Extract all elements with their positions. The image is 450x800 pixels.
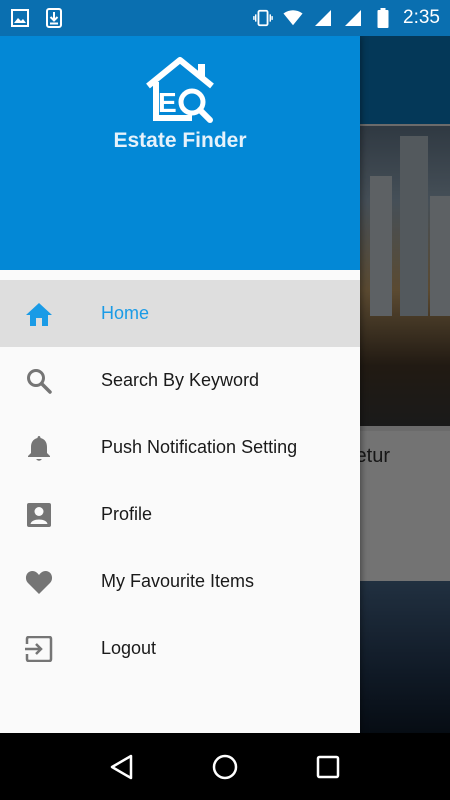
recents-icon[interactable] xyxy=(308,747,348,787)
menu-item-label: Home xyxy=(101,303,150,323)
menu-item-label: My Favourite Items xyxy=(101,571,255,591)
house-search-logo: E xyxy=(144,54,216,126)
app-name: Estate Finder xyxy=(113,129,247,152)
status-time: 2:35 xyxy=(403,7,440,28)
home-circle-icon[interactable] xyxy=(205,747,245,787)
system-navigation-bar xyxy=(0,733,450,800)
menu-item-search-by-keyword[interactable]: Search By Keyword xyxy=(0,347,360,414)
menu-item-home[interactable]: Home xyxy=(0,280,360,347)
wifi-icon xyxy=(283,8,303,28)
status-bar: 2:35 xyxy=(0,0,450,36)
bell-icon xyxy=(24,433,54,463)
home-icon xyxy=(24,299,54,329)
signal-icon xyxy=(343,8,363,28)
menu-item-logout[interactable]: Logout xyxy=(0,615,360,682)
menu-item-profile[interactable]: Profile xyxy=(0,481,360,548)
navigation-drawer: E Estate Finder Home Search By Keyword P… xyxy=(0,36,360,733)
heart-icon xyxy=(24,567,54,597)
menu-item-label: Push Notification Setting xyxy=(101,437,298,457)
download-icon xyxy=(44,8,64,28)
menu-item-push-notification-setting[interactable]: Push Notification Setting xyxy=(0,414,360,481)
menu-item-label: Logout xyxy=(101,638,157,658)
menu-item-my-favourite-items[interactable]: My Favourite Items xyxy=(0,548,360,615)
logout-icon xyxy=(24,634,54,664)
menu-item-label: Search By Keyword xyxy=(101,370,260,390)
battery-icon xyxy=(373,8,393,28)
search-icon xyxy=(24,366,54,396)
image-icon xyxy=(10,8,30,28)
back-icon[interactable] xyxy=(102,747,142,787)
drawer-header: E Estate Finder xyxy=(0,36,360,270)
vibrate-icon xyxy=(253,8,273,28)
svg-text:E: E xyxy=(158,87,177,118)
menu-item-label: Profile xyxy=(101,504,153,524)
signal-icon xyxy=(313,8,333,28)
profile-icon xyxy=(24,500,54,530)
